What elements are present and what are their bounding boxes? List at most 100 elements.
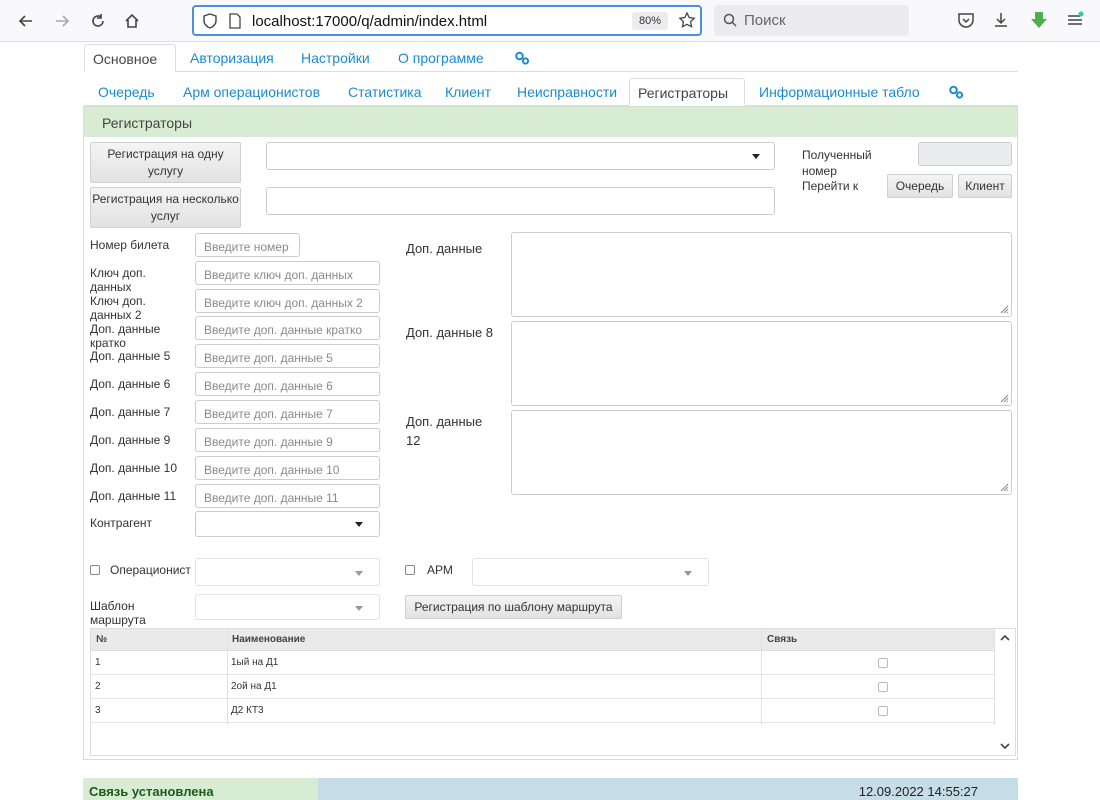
register-by-route-template-button[interactable]: Регистрация по шаблону маршрута xyxy=(405,595,622,619)
chevron-down-icon xyxy=(355,606,363,611)
search-icon xyxy=(723,13,737,27)
pocket-icon[interactable] xyxy=(956,10,976,30)
gears-icon[interactable] xyxy=(948,84,964,100)
extra-11-input[interactable]: Введите доп. данные 11 xyxy=(195,484,380,508)
goto-queue-button[interactable]: Очередь xyxy=(887,174,953,198)
tab-operator-workstations[interactable]: Арм операционистов xyxy=(175,78,328,106)
tab-statistics[interactable]: Статистика xyxy=(340,78,430,106)
link-checkbox[interactable] xyxy=(878,706,888,716)
tab-faults[interactable]: Неисправности xyxy=(509,78,625,106)
download-icon[interactable] xyxy=(991,10,1011,30)
extra-10-input[interactable]: Введите доп. данные 10 xyxy=(195,456,380,480)
routes-grid: № Наименование Связь 1 1ый на Д1 2 2ой н… xyxy=(90,628,1016,756)
reload-icon[interactable] xyxy=(86,9,110,33)
extra-6-input[interactable]: Введите доп. данные 6 xyxy=(195,372,380,396)
chevron-down-icon xyxy=(355,522,363,527)
tab-main[interactable]: Основное xyxy=(84,44,176,72)
table-row[interactable]: 2 2ой на Д1 xyxy=(91,675,995,699)
search-placeholder: Поиск xyxy=(744,12,786,29)
table-row[interactable]: 1 1ый на Д1 xyxy=(91,651,995,675)
back-icon[interactable] xyxy=(14,9,38,33)
received-number-field xyxy=(918,142,1012,166)
browser-search[interactable]: Поиск xyxy=(714,5,909,36)
chevron-down-icon xyxy=(752,154,760,159)
extra-9-label: Доп. данные 9 xyxy=(90,433,171,447)
service-select[interactable] xyxy=(266,142,775,170)
arm-checkbox[interactable] xyxy=(405,565,415,575)
status-bar: Связь установлена 12.09.2022 14:55:27 xyxy=(83,778,1018,800)
extra-key-label: Ключ доп. данных xyxy=(90,266,146,294)
extra-short-input[interactable]: Введите доп. данные кратко xyxy=(195,316,380,340)
extra-key-input[interactable]: Введите ключ доп. данных xyxy=(195,261,380,285)
bookmark-star-icon[interactable] xyxy=(678,11,696,29)
zoom-badge[interactable]: 80% xyxy=(632,12,668,30)
extra-5-label: Доп. данные 5 xyxy=(90,349,171,363)
column-header-name[interactable]: Наименование xyxy=(232,634,305,645)
register-single-service-button[interactable]: Регистрация на одну услугу xyxy=(90,142,241,183)
tab-settings[interactable]: Настройки xyxy=(293,44,378,72)
extra-5-input[interactable]: Введите доп. данные 5 xyxy=(195,344,380,368)
link-checkbox[interactable] xyxy=(878,682,888,692)
contractor-select[interactable] xyxy=(195,511,380,537)
extra-data-12-label: Доп. данные 12 xyxy=(406,414,483,448)
tab-authorization[interactable]: Авторизация xyxy=(182,44,282,72)
tab-info-boards[interactable]: Информационные табло xyxy=(751,78,928,106)
menu-icon[interactable] xyxy=(1065,10,1085,30)
extra-data-8-textarea[interactable] xyxy=(511,321,1012,406)
extra-9-input[interactable]: Введите доп. данные 9 xyxy=(195,428,380,452)
connection-status: Связь установлена xyxy=(83,778,318,800)
table-row[interactable]: 3 Д2 КТ3 xyxy=(91,699,995,723)
link-checkbox[interactable] xyxy=(878,658,888,668)
connection-status-text: Связь установлена xyxy=(89,784,214,799)
address-bar[interactable]: localhost:17000/q/admin/index.html 80% xyxy=(192,5,702,36)
register-multiple-services-button[interactable]: Регистрация на несколько услуг xyxy=(90,187,241,228)
route-template-select[interactable] xyxy=(195,594,380,620)
resize-grip-icon[interactable] xyxy=(999,304,1009,314)
extra-7-input[interactable]: Введите доп. данные 7 xyxy=(195,400,380,424)
sub-tabs: Очередь Арм операционистов Статистика Кл… xyxy=(84,78,1018,106)
panel-title: Регистраторы xyxy=(102,115,193,131)
column-header-link[interactable]: Связь xyxy=(767,634,797,645)
scroll-down-icon[interactable] xyxy=(999,740,1011,752)
extra-key-2-input[interactable]: Введите ключ доп. данных 2 xyxy=(195,289,380,313)
tab-queue[interactable]: Очередь xyxy=(90,78,163,106)
extra-10-label: Доп. данные 10 xyxy=(90,461,178,475)
goto-client-button[interactable]: Клиент xyxy=(958,174,1012,198)
extra-data-8-label: Доп. данные 8 xyxy=(406,325,494,340)
extra-11-label: Доп. данные 11 xyxy=(90,489,177,503)
resize-grip-icon[interactable] xyxy=(999,393,1009,403)
shield-icon[interactable] xyxy=(202,13,218,29)
column-header-number[interactable]: № xyxy=(96,634,107,645)
datetime-text: 12.09.2022 14:55:27 xyxy=(858,784,978,799)
chevron-down-icon xyxy=(684,571,692,576)
url-text: localhost:17000/q/admin/index.html xyxy=(252,13,488,30)
extra-data-label: Доп. данные xyxy=(406,241,483,256)
panel-header: Регистраторы xyxy=(84,107,1017,137)
gears-icon[interactable] xyxy=(514,50,530,66)
arm-label: АРМ xyxy=(427,563,453,577)
tab-about[interactable]: О программе xyxy=(390,44,492,72)
extra-key-2-label: Ключ доп. данных 2 xyxy=(90,294,146,322)
main-tabs: Основное Авторизация Настройки О програм… xyxy=(84,44,1018,72)
resize-grip-icon[interactable] xyxy=(999,482,1009,492)
extension-download-icon[interactable] xyxy=(1029,10,1049,30)
tab-registrators[interactable]: Регистраторы xyxy=(629,78,745,106)
page-icon xyxy=(229,13,241,29)
received-number-label: Полученный номер xyxy=(802,148,872,178)
tab-client[interactable]: Клиент xyxy=(437,78,499,106)
datetime-area: 12.09.2022 14:55:27 xyxy=(318,778,1018,800)
home-icon[interactable] xyxy=(120,9,144,33)
extra-6-label: Доп. данные 6 xyxy=(90,377,171,391)
operator-select[interactable] xyxy=(195,558,380,586)
scroll-up-icon[interactable] xyxy=(999,632,1011,644)
services-multi-input[interactable] xyxy=(266,187,775,215)
route-template-label: Шаблон маршрута xyxy=(90,599,146,627)
operator-checkbox[interactable] xyxy=(90,565,100,575)
extra-7-label: Доп. данные 7 xyxy=(90,405,171,419)
ticket-number-label: Номер билета xyxy=(90,238,170,252)
forward-icon[interactable] xyxy=(50,9,74,33)
arm-select[interactable] xyxy=(472,558,709,586)
extra-data-textarea[interactable] xyxy=(511,232,1012,317)
ticket-number-input[interactable]: Введите номер xyxy=(195,233,300,257)
extra-data-12-textarea[interactable] xyxy=(511,410,1012,495)
